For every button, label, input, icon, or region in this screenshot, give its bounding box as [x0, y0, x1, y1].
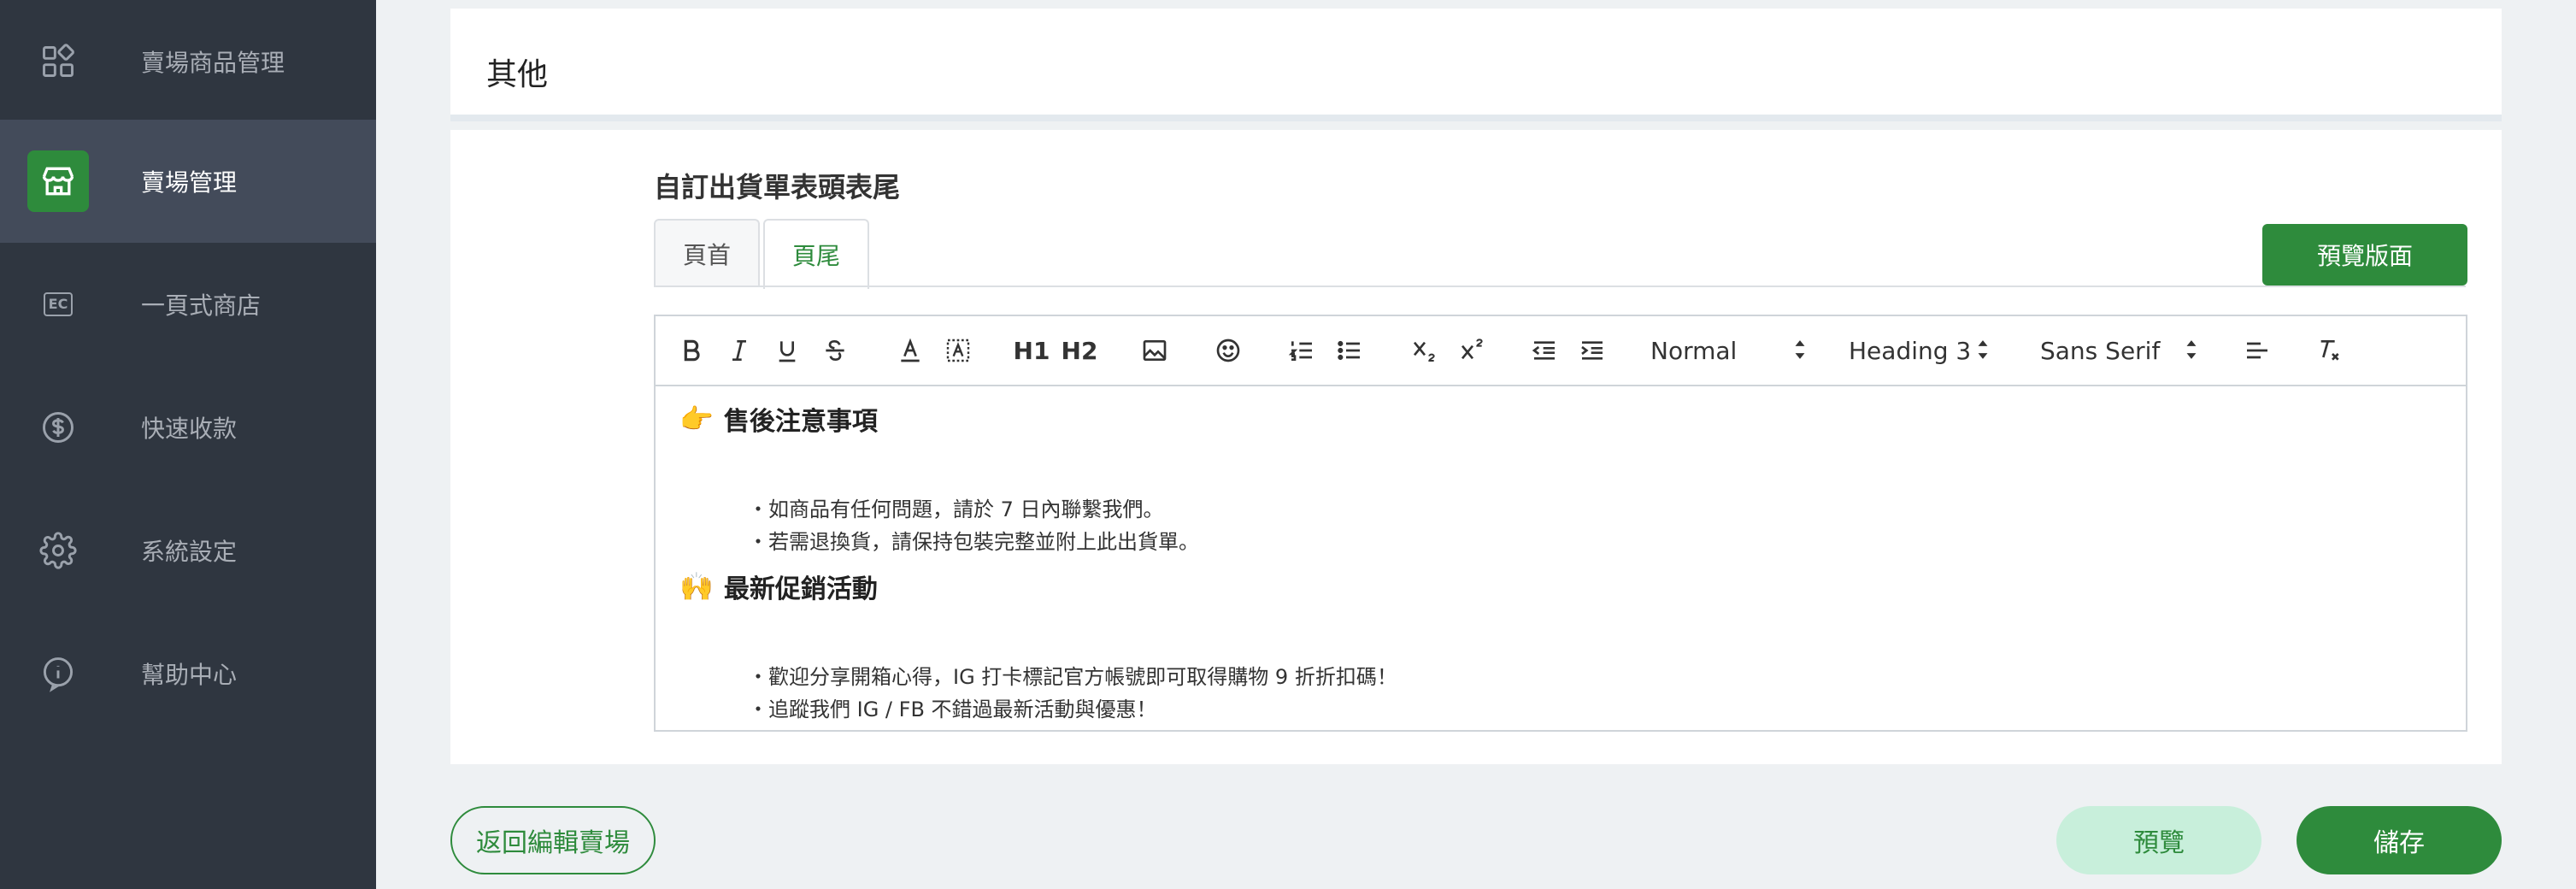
- tab-footer[interactable]: 頁尾: [763, 219, 869, 289]
- sidebar-item-store[interactable]: 賣場管理: [0, 120, 376, 243]
- indent-icon: [1581, 341, 1603, 360]
- heading-select[interactable]: Heading 3: [1849, 332, 1989, 369]
- save-button[interactable]: 儲存: [2297, 806, 2502, 874]
- ordered-list-icon: [1288, 341, 1312, 361]
- subscript-icon: [1413, 341, 1435, 362]
- sidebar-item-label: 系統設定: [141, 538, 238, 566]
- other-section-card: 其他: [450, 9, 2502, 121]
- font-select-value: Sans Serif: [2040, 336, 2161, 365]
- image-button[interactable]: [1139, 332, 1170, 369]
- bullet-list-button[interactable]: [1334, 332, 1365, 369]
- store-icon: [27, 150, 89, 212]
- clear-format-icon: [2320, 340, 2339, 361]
- select-arrows-icon: [2186, 340, 2197, 359]
- image-icon: [1143, 340, 1167, 361]
- tab-header[interactable]: 頁首: [654, 219, 760, 287]
- content-heading-text: 最新促銷活動: [723, 574, 878, 604]
- align-button[interactable]: [2242, 332, 2273, 369]
- section-heading: 其他: [486, 57, 549, 92]
- list-item: ・如商品有任何問題，請於 7 日內聯繫我們。: [748, 497, 1164, 521]
- sidebar-item-onepage-shop[interactable]: EC 一頁式商店: [0, 243, 376, 366]
- sidebar-item-label: 快速收款: [141, 415, 238, 443]
- superscript-button[interactable]: [1456, 332, 1490, 369]
- sidebar: 賣場商品管理 賣場管理 EC 一頁式商店 快速收款 系統設定 幫助中心: [0, 0, 376, 889]
- bold-button[interactable]: [676, 332, 707, 369]
- sidebar-item-label: 幫助中心: [141, 661, 238, 689]
- grid-icon: [27, 31, 89, 92]
- invoice-header-footer-card: 自訂出貨單表頭表尾 頁首 頁尾 預覽版面 H1 H2 Normal Headin…: [450, 130, 2502, 764]
- emoji-icon: [1216, 339, 1240, 362]
- ec-shop-icon-text: EC: [43, 292, 74, 316]
- sidebar-item-quick-payment[interactable]: 快速收款: [0, 366, 376, 489]
- font-select[interactable]: Sans Serif: [2040, 332, 2197, 369]
- background-color-button[interactable]: [943, 332, 973, 369]
- font-color-icon: [901, 338, 920, 362]
- h1-button[interactable]: H1: [1014, 332, 1050, 369]
- clear-format-button[interactable]: [2314, 332, 2344, 369]
- underline-button[interactable]: [772, 332, 803, 369]
- emoji-button[interactable]: [1213, 332, 1244, 369]
- ec-shop-icon: EC: [27, 274, 89, 335]
- italic-button[interactable]: [724, 332, 755, 369]
- pointing-hand-icon: 👉: [679, 403, 714, 435]
- subscript-button[interactable]: [1408, 332, 1442, 369]
- strike-button[interactable]: [820, 332, 850, 369]
- preview-layout-button[interactable]: 預覽版面: [2262, 224, 2467, 286]
- strikethrough-icon: [826, 339, 844, 362]
- size-select-value: Normal: [1650, 336, 1738, 365]
- highlight-icon: [946, 339, 970, 362]
- ordered-list-button[interactable]: [1286, 332, 1317, 369]
- align-left-icon: [2247, 342, 2267, 359]
- tab-divider: [654, 286, 2466, 287]
- font-color-button[interactable]: [895, 332, 926, 369]
- info-icon: [27, 643, 89, 704]
- sidebar-item-label: 賣場管理: [141, 168, 238, 197]
- italic-icon: [732, 340, 746, 361]
- size-select[interactable]: Normal: [1650, 332, 1806, 369]
- h2-button[interactable]: H2: [1062, 332, 1098, 369]
- rich-text-editor: H1 H2 Normal Heading 3 Sans Serif 👉 售後注意…: [654, 315, 2467, 732]
- sidebar-item-label: 一頁式商店: [141, 291, 262, 320]
- gear-icon: [27, 520, 89, 581]
- bold-icon: [684, 339, 700, 362]
- underline-icon: [779, 341, 796, 362]
- content-heading: 🙌 最新促銷活動: [679, 568, 878, 605]
- bullet-list-icon: [1338, 340, 1360, 361]
- outdent-button[interactable]: [1529, 332, 1560, 369]
- section-title: 自訂出貨單表頭表尾: [654, 171, 901, 203]
- heading-select-value: Heading 3: [1849, 336, 1972, 365]
- sidebar-item-products[interactable]: 賣場商品管理: [0, 0, 376, 123]
- outdent-icon: [1532, 341, 1555, 360]
- sidebar-item-label: 賣場商品管理: [141, 49, 285, 77]
- sidebar-item-settings[interactable]: 系統設定: [0, 489, 376, 612]
- list-item: ・若需退換貨，請保持包裝完整並附上此出貨單。: [748, 530, 1199, 554]
- superscript-icon: [1461, 339, 1483, 360]
- select-arrows-icon: [1795, 340, 1805, 359]
- content-heading-text: 售後注意事項: [723, 407, 878, 437]
- preview-button[interactable]: 預覽: [2056, 806, 2261, 874]
- editor-toolbar: H1 H2 Normal Heading 3 Sans Serif: [656, 316, 2466, 386]
- list-item: ・歡迎分享開箱心得，IG 打卡標記官方帳號即可取得購物 9 折折扣碼！: [748, 665, 1397, 689]
- content-heading: 👉 售後注意事項: [679, 400, 878, 438]
- back-to-edit-store-button[interactable]: 返回編輯賣場: [450, 806, 656, 874]
- dollar-icon: [27, 397, 89, 458]
- raised-hands-icon: 🙌: [679, 570, 714, 603]
- indent-button[interactable]: [1577, 332, 1608, 369]
- select-arrows-icon: [1978, 340, 1988, 359]
- list-item: ・追蹤我們 IG / FB 不錯過最新活動與優惠！: [748, 698, 1157, 721]
- sidebar-item-help[interactable]: 幫助中心: [0, 612, 376, 735]
